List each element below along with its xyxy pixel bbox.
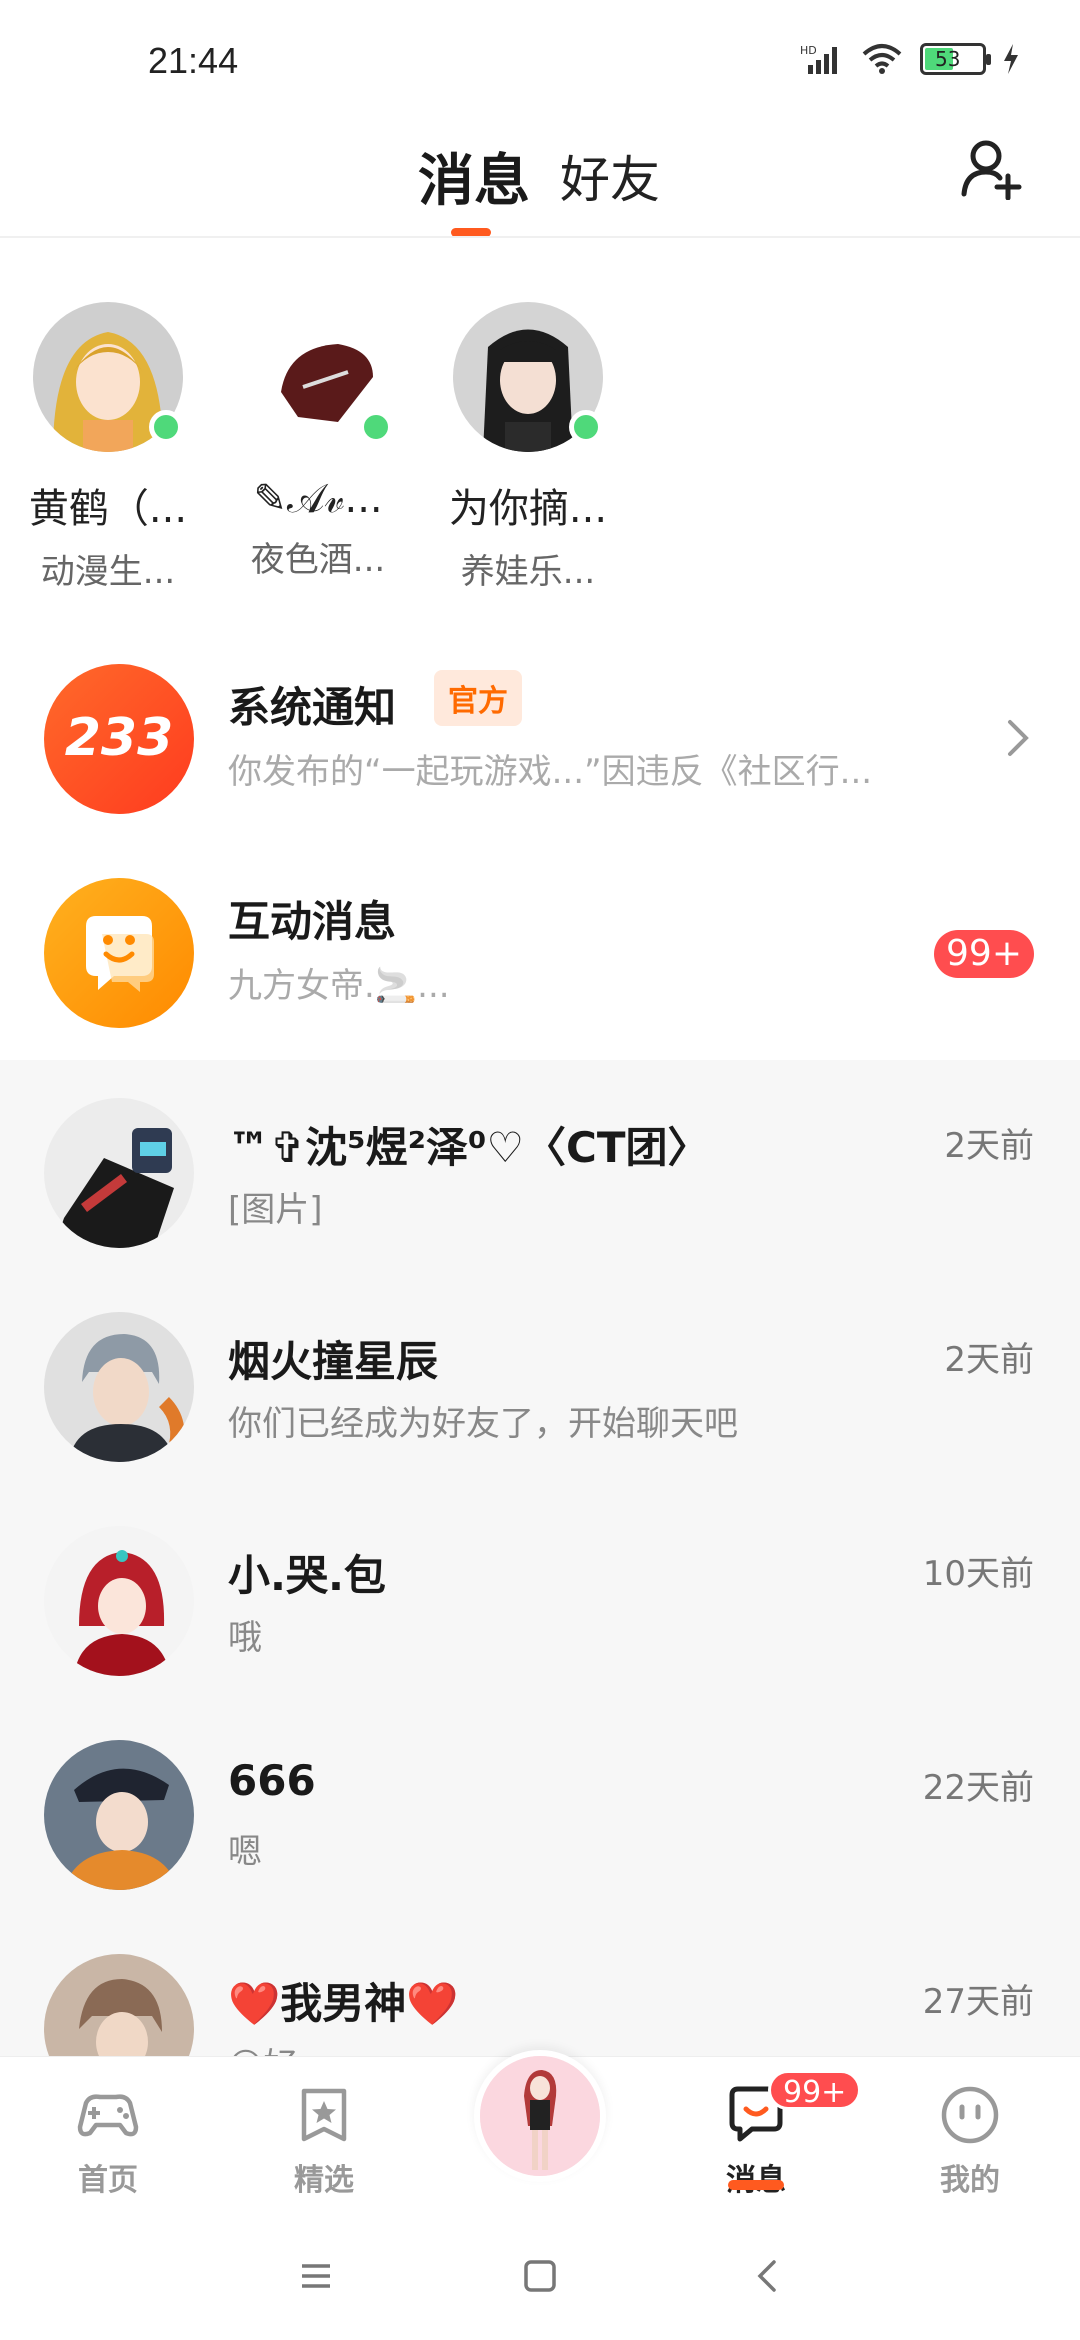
chevron-right-icon [1008, 720, 1029, 756]
interaction-row[interactable]: 互动消息 九方女帝.🚬... 99+ [0, 848, 1080, 1058]
chat-message: [图片] [228, 1190, 323, 1230]
online-dot [569, 410, 603, 444]
interaction-title: 互动消息 [228, 897, 397, 946]
unread-badge: 99+ [934, 930, 1034, 978]
chat-row[interactable]: ❤️我男神❤️ 😊好 27天前 [0, 1916, 1080, 2056]
header-divider [0, 236, 1080, 238]
chat-row[interactable]: 烟火撞星辰 你们已经成为好友了，开始聊天吧 2天前 [0, 1274, 1080, 1488]
avatar [44, 1954, 194, 2056]
online-dot [149, 410, 183, 444]
chat-message: 你们已经成为好友了，开始聊天吧 [228, 1404, 738, 1444]
battery-level: 53 [935, 47, 961, 71]
status-time: 21:44 [148, 40, 239, 81]
tab-messages[interactable]: 消息 [418, 136, 530, 217]
chat-time: 22天前 [922, 1768, 1034, 1808]
home-square-icon[interactable] [520, 2256, 560, 2296]
star-bookmark-icon [301, 2088, 347, 2142]
add-friend-icon[interactable] [960, 136, 1024, 200]
chat-row[interactable]: 666 嗯 22天前 [0, 1702, 1080, 1916]
signal-icon: HD [800, 44, 837, 74]
friend-status: 养娃乐... [460, 552, 596, 592]
system-nav-bar [0, 2212, 1080, 2340]
system-logo-icon: 233 [44, 664, 194, 814]
system-logo-text: 233 [64, 708, 174, 768]
nav-label: 精选 [294, 2163, 354, 2198]
system-notice-row[interactable]: 233 系统通知 官方 你发布的“一起玩游戏...”因违反《社区行... [0, 634, 1080, 844]
chat-message: 嗯 [228, 1832, 262, 1872]
friend-status: 夜色酒... [250, 540, 386, 580]
nav-profile[interactable]: 我的 [910, 2085, 1030, 2199]
battery-icon: 53 [920, 43, 991, 75]
nav-label: 消息 [696, 2155, 816, 2199]
chat-time: 10天前 [922, 1554, 1034, 1594]
chat-row[interactable]: 小.哭.包 哦 10天前 [0, 1488, 1080, 1702]
chat-name: ™✞沈⁵煜²泽⁰♡〈CT团〉 [228, 1123, 710, 1172]
chat-time: 2天前 [944, 1340, 1034, 1380]
back-icon[interactable] [748, 2256, 788, 2296]
interaction-icon [44, 878, 194, 1028]
avatar [480, 2056, 600, 2176]
chat-message: 😊好 [228, 2038, 297, 2056]
system-notice-preview: 你发布的“一起玩游戏...”因违反《社区行... [228, 752, 873, 792]
friend-name: 黄鹤（... [28, 486, 188, 532]
gamepad-icon [77, 2094, 139, 2137]
chat-name: 烟火撞星辰 [228, 1337, 439, 1386]
online-friend[interactable]: 为你摘... 养娃乐... [428, 302, 628, 593]
chat-message: 哦 [228, 1618, 262, 1658]
chat-time: 2天前 [944, 1126, 1034, 1166]
nav-featured[interactable]: 精选 [264, 2085, 384, 2199]
nav-label: 我的 [940, 2163, 1000, 2198]
friend-name: ✎𝒜𝓋... [253, 476, 383, 522]
nav-active-indicator [728, 2180, 784, 2190]
chat-name: ❤️我男神❤️ [228, 1979, 459, 2028]
avatar [44, 1312, 194, 1462]
online-friend[interactable]: ✎𝒜𝓋... 夜色酒... [218, 302, 418, 581]
tab-friends[interactable]: 好友 [560, 140, 660, 212]
friend-status: 动漫生... [40, 552, 176, 592]
chat-name: 666 [228, 1756, 316, 1805]
nav-unread-badge: 99+ [768, 2070, 862, 2110]
chat-row[interactable]: ™✞沈⁵煜²泽⁰♡〈CT团〉 [图片] 2天前 [0, 1060, 1080, 1274]
nav-home[interactable]: 首页 [48, 2085, 168, 2199]
friend-name: 为你摘... [448, 486, 608, 532]
charging-icon [1004, 44, 1018, 74]
online-friend[interactable]: 黄鹤（... 动漫生... [8, 302, 208, 593]
menu-icon[interactable] [296, 2256, 336, 2296]
official-badge: 官方 [434, 670, 522, 726]
status-icons: HD 53 [800, 42, 1020, 76]
face-icon [941, 2086, 999, 2144]
avatar [44, 1740, 194, 1890]
nav-label: 首页 [78, 2163, 138, 2198]
chat-time: 27天前 [922, 1982, 1034, 2022]
wifi-icon [862, 44, 902, 74]
chat-name: 小.哭.包 [228, 1551, 386, 1600]
system-notice-title: 系统通知 [228, 683, 397, 732]
interaction-preview: 九方女帝.🚬... [228, 966, 450, 1006]
svg-text:HD: HD [800, 44, 817, 57]
chat-list: ™✞沈⁵煜²泽⁰♡〈CT团〉 [图片] 2天前 烟火撞星辰 你们已经成为好友了，… [0, 1060, 1080, 2056]
nav-avatar-button[interactable] [474, 2050, 606, 2182]
avatar [44, 1526, 194, 1676]
online-dot [359, 410, 393, 444]
avatar [44, 1098, 194, 1248]
